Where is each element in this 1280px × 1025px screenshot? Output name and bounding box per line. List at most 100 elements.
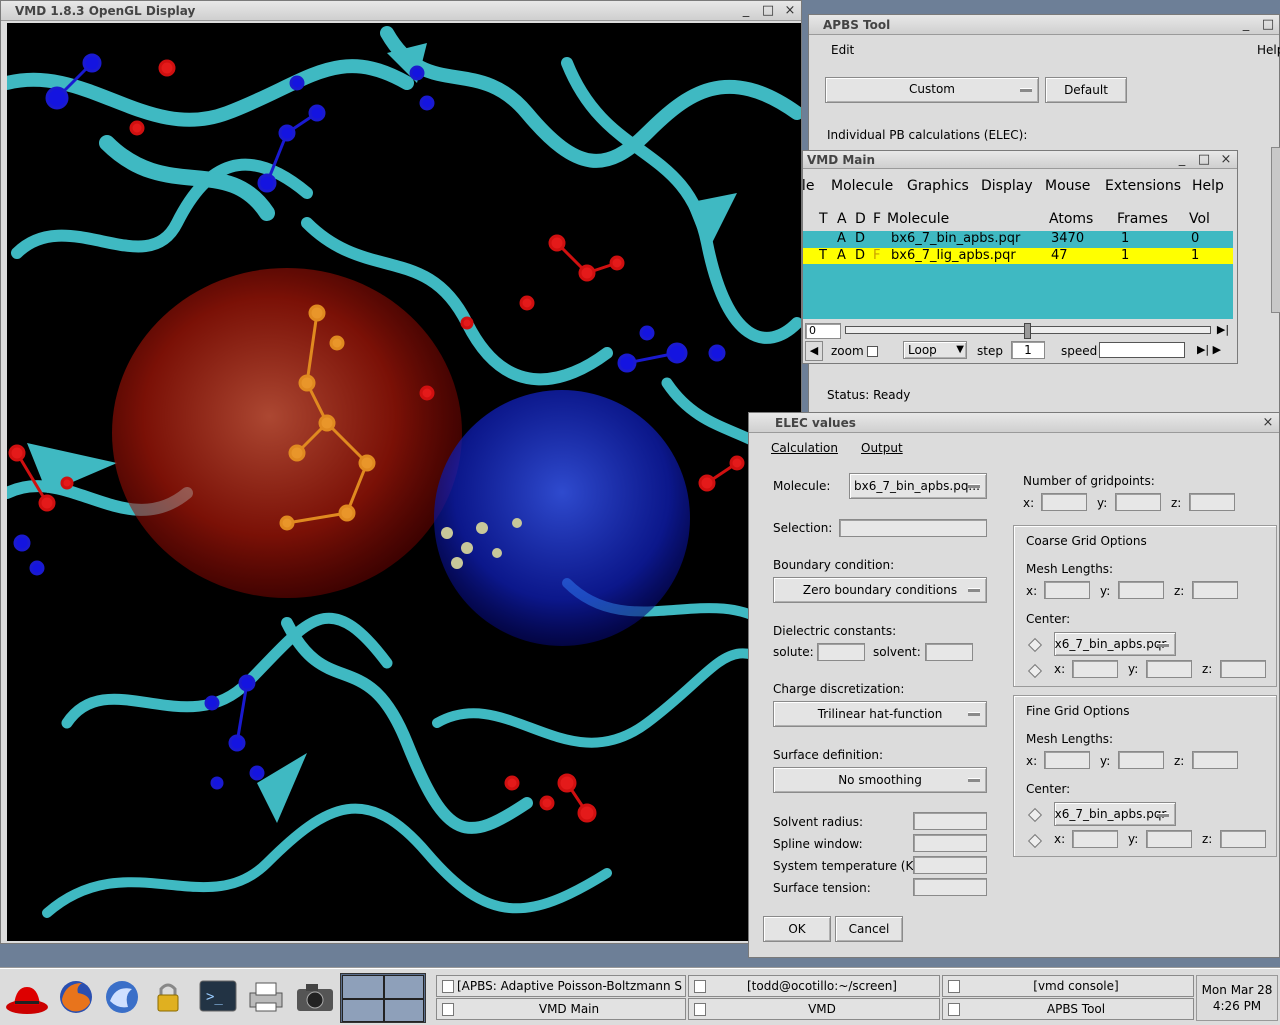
table-row[interactable]: A D bx6_7_bin_apbs.pqr 3470 1 0 xyxy=(803,231,1233,247)
boundary-dropdown[interactable]: Zero boundary conditions xyxy=(773,577,987,603)
charge-label: Charge discretization: xyxy=(773,682,905,696)
table-row[interactable]: T A D F bx6_7_lig_apbs.pqr 47 1 1 xyxy=(803,248,1233,264)
workspace-switcher[interactable] xyxy=(340,973,426,1023)
task-apbs-browser[interactable]: [APBS: Adaptive Poisson-Boltzmann S xyxy=(436,975,686,997)
charge-dropdown[interactable]: Trilinear hat-function xyxy=(773,701,987,727)
selection-input[interactable] xyxy=(839,519,987,537)
maximize-icon[interactable]: □ xyxy=(1261,17,1275,33)
redhat-menu-icon[interactable] xyxy=(4,977,50,1017)
menu-edit[interactable]: Edit xyxy=(831,43,854,57)
menu-molecule[interactable]: Molecule xyxy=(831,171,893,201)
menu-help[interactable]: Help xyxy=(1257,43,1280,57)
elec-titlebar[interactable]: ELEC values × xyxy=(749,413,1279,433)
clock[interactable]: Mon Mar 28 4:26 PM xyxy=(1196,975,1278,1021)
lock-icon[interactable] xyxy=(150,979,186,1015)
minimize-icon[interactable]: _ xyxy=(1239,17,1253,33)
speed-slider[interactable] xyxy=(1099,342,1185,358)
spline-window-input[interactable] xyxy=(913,834,987,852)
task-vmd[interactable]: VMD xyxy=(688,998,940,1020)
coarse-grid-title: Coarse Grid Options xyxy=(1026,534,1147,548)
frame-input[interactable]: 0 xyxy=(805,323,841,339)
task-vmd-console[interactable]: [vmd console] xyxy=(942,975,1194,997)
slider-handle[interactable] xyxy=(1024,323,1031,339)
task-apbs-tool[interactable]: APBS Tool xyxy=(942,998,1194,1020)
ok-button[interactable]: OK xyxy=(763,916,831,942)
minimize-icon[interactable]: _ xyxy=(1175,152,1189,168)
grid-y-input[interactable] xyxy=(1115,493,1161,511)
thunderbird-icon[interactable] xyxy=(102,977,142,1017)
play-icon[interactable]: ▶| ▶ xyxy=(1189,341,1229,359)
terminal-icon[interactable]: >_ xyxy=(198,979,238,1015)
camera-icon[interactable] xyxy=(294,979,336,1015)
close-icon[interactable]: × xyxy=(783,3,797,19)
grid-x-input[interactable] xyxy=(1041,493,1087,511)
step-input[interactable]: 1 xyxy=(1011,341,1045,359)
center-molecule-radio[interactable] xyxy=(1027,807,1043,823)
printer-icon[interactable] xyxy=(246,979,286,1015)
solvent-input[interactable] xyxy=(925,643,973,661)
menu-help[interactable]: Help xyxy=(1192,171,1224,201)
molecule-list-header: T A D F Molecule Atoms Frames Vol xyxy=(819,211,1210,227)
menu-graphics[interactable]: Graphics xyxy=(907,171,969,201)
molecule-list[interactable]: A D bx6_7_bin_apbs.pqr 3470 1 0 T A D F … xyxy=(803,231,1233,319)
custom-dropdown[interactable]: Custom xyxy=(825,77,1039,103)
coarse-mesh-y-input[interactable] xyxy=(1118,581,1164,599)
apbs-tool-titlebar[interactable]: APBS Tool _ □ xyxy=(809,15,1279,35)
fine-center-z-input[interactable] xyxy=(1220,830,1266,848)
coarse-mesh-x-input[interactable] xyxy=(1044,581,1090,599)
surface-dropdown[interactable]: No smoothing xyxy=(773,767,987,793)
menu-extensions[interactable]: Extensions xyxy=(1105,171,1181,201)
coarse-mesh-z-input[interactable] xyxy=(1192,581,1238,599)
center-coords-radio[interactable] xyxy=(1027,833,1043,849)
maximize-icon[interactable]: □ xyxy=(761,3,775,19)
menu-calculation[interactable]: Calculation xyxy=(771,441,838,455)
close-icon[interactable]: × xyxy=(1219,152,1233,168)
maximize-icon[interactable]: □ xyxy=(1197,152,1211,168)
center-molecule-radio[interactable] xyxy=(1027,637,1043,653)
fine-mesh-x-input[interactable] xyxy=(1044,751,1090,769)
window-icon xyxy=(694,1003,706,1016)
menu-mouse[interactable]: Mouse xyxy=(1045,171,1090,201)
task-vmd-main[interactable]: VMD Main xyxy=(436,998,686,1020)
center-coords-radio[interactable] xyxy=(1027,663,1043,679)
prev-frame-icon[interactable]: ◀ xyxy=(805,341,823,361)
solvent-radius-input[interactable] xyxy=(913,812,987,830)
coarse-center-z-input[interactable] xyxy=(1220,660,1266,678)
last-frame-icon[interactable]: ▶| xyxy=(1215,323,1231,337)
center-molecule-dropdown[interactable]: bx6_7_bin_apbs.pqr xyxy=(1054,802,1176,826)
frame-slider[interactable] xyxy=(845,323,1211,339)
menu-file[interactable]: File xyxy=(803,171,814,201)
coarse-center-y-input[interactable] xyxy=(1146,660,1192,678)
firefox-icon[interactable] xyxy=(56,977,96,1017)
vmd-main-titlebar[interactable]: VMD Main _ □ × xyxy=(803,151,1237,169)
molecule-viewport[interactable] xyxy=(7,23,801,941)
elec-scrollbar[interactable] xyxy=(1271,147,1280,313)
loop-dropdown[interactable]: Loop ▼ xyxy=(903,341,967,359)
coarse-center-x-input[interactable] xyxy=(1072,660,1118,678)
vmd-display-titlebar[interactable]: VMD 1.8.3 OpenGL Display _ □ × xyxy=(1,1,801,21)
fine-mesh-z-input[interactable] xyxy=(1192,751,1238,769)
elec-values-window: ELEC values × Calculation Output Molecul… xyxy=(748,412,1280,958)
cancel-button[interactable]: Cancel xyxy=(835,916,903,942)
zoom-checkbox[interactable] xyxy=(867,346,878,357)
fine-center-y-input[interactable] xyxy=(1146,830,1192,848)
fine-center-x-input[interactable] xyxy=(1072,830,1118,848)
fine-mesh-y-input[interactable] xyxy=(1118,751,1164,769)
minimize-icon[interactable]: _ xyxy=(739,3,753,19)
clock-date: Mon Mar 28 xyxy=(1201,983,1273,997)
grid-z-input[interactable] xyxy=(1189,493,1235,511)
default-button[interactable]: Default xyxy=(1045,77,1127,103)
close-icon[interactable]: × xyxy=(1261,415,1275,431)
coarse-grid-group: Coarse Grid Options Mesh Lengths: x: y: … xyxy=(1013,525,1277,687)
window-title: ELEC values xyxy=(775,416,856,430)
window-icon xyxy=(948,980,960,993)
center-molecule-dropdown[interactable]: bx6_7_bin_apbs.pqr xyxy=(1054,632,1176,656)
solute-input[interactable] xyxy=(817,643,865,661)
task-terminal[interactable]: [todd@ocotillo:~/screen] xyxy=(688,975,940,997)
surface-tension-input[interactable] xyxy=(913,878,987,896)
system-temp-input[interactable] xyxy=(913,856,987,874)
menu-display[interactable]: Display xyxy=(981,171,1033,201)
grid-x-label: x: xyxy=(1023,496,1035,510)
menu-output[interactable]: Output xyxy=(861,441,903,455)
molecule-dropdown[interactable]: bx6_7_bin_apbs.pq... xyxy=(849,473,987,499)
